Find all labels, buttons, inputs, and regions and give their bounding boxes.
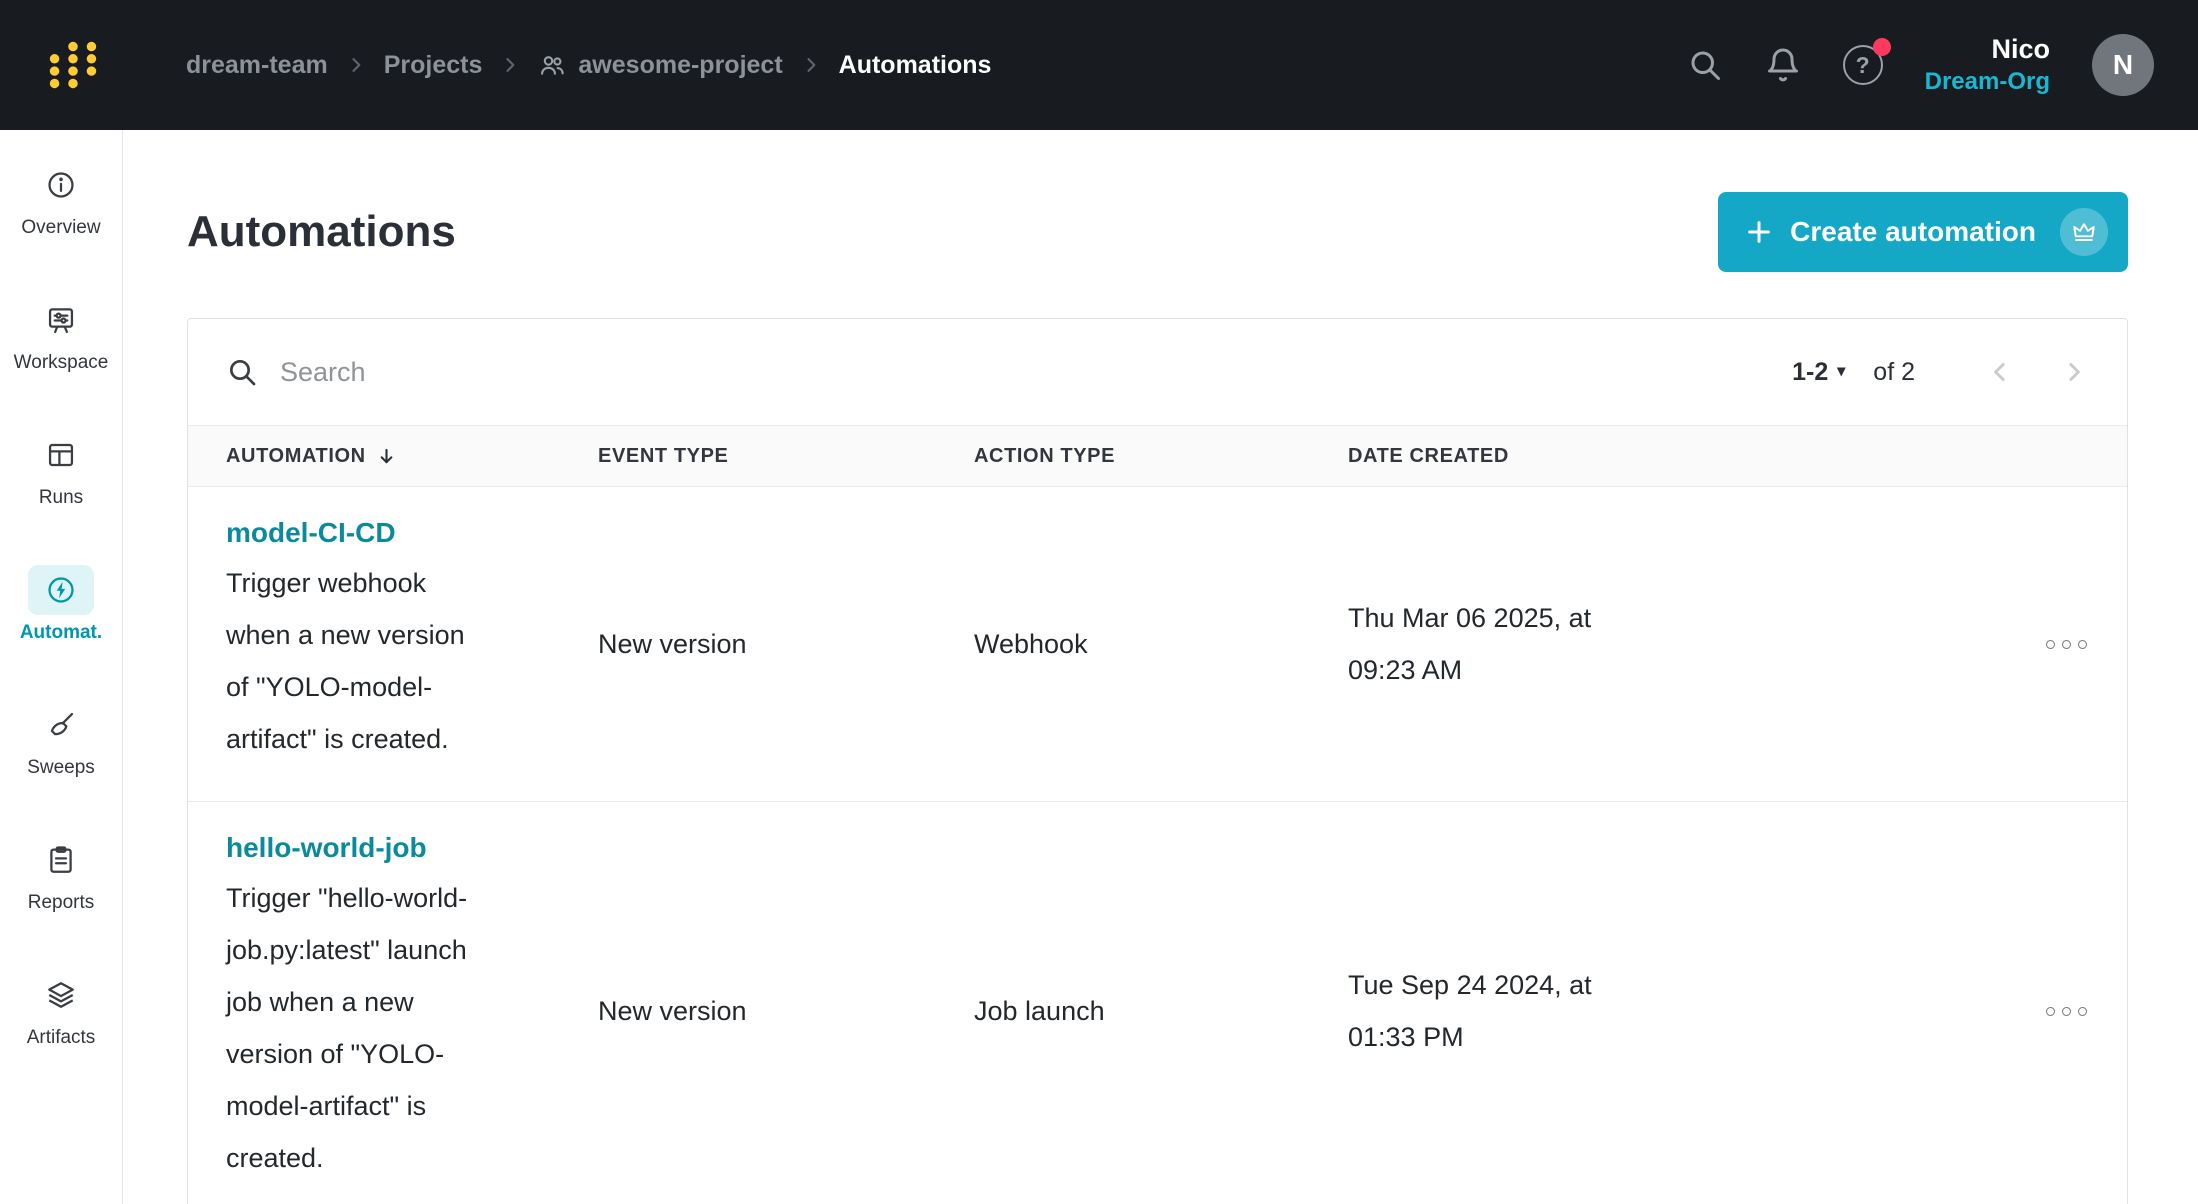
help-icon[interactable]: ? [1843,45,1883,85]
page-range-dropdown[interactable]: 1-2 ▾ [1792,358,1845,387]
sidebar-item-artifacts[interactable]: Artifacts [27,970,96,1049]
table-icon [28,430,94,480]
search-icon [226,356,258,388]
user-menu[interactable]: Nico Dream-Org [1925,33,2050,97]
sidebar-item-label: Runs [39,487,83,509]
breadcrumb-current-page[interactable]: Automations [839,51,992,80]
info-icon [28,160,94,210]
page-header: Automations Create automation [123,130,2198,272]
next-page-button[interactable] [2059,357,2089,387]
automation-description: Trigger "hello-world-job.py:latest" laun… [226,872,494,1184]
page-range-label: 1-2 [1792,358,1828,387]
search-icon[interactable] [1687,47,1723,83]
breadcrumb-project-label: awesome-project [578,51,782,80]
sidebar-item-sweeps[interactable]: Sweeps [27,700,95,779]
clipboard-icon [28,835,94,885]
sidebar-item-label: Sweeps [27,757,95,779]
create-automation-button[interactable]: Create automation [1718,192,2128,272]
action-type-cell: Webhook [974,487,1348,801]
prev-page-button[interactable] [1985,357,2015,387]
main-content: Automations Create automation 1-2 ▾ of 2 [123,130,2198,1204]
plus-icon [1744,217,1774,247]
sidebar-item-label: Workspace [14,352,109,374]
panel-toolbar: 1-2 ▾ of 2 [188,319,2127,425]
row-overflow-menu-button[interactable] [2044,995,2089,1028]
easel-icon [28,295,94,345]
automation-bolt-icon [28,565,94,615]
sidebar-item-automations[interactable]: Automat. [20,565,102,644]
user-name: Nico [1925,33,2050,67]
table-row: hello-world-job Trigger "hello-world-job… [188,802,2127,1204]
page-title: Automations [187,207,456,257]
event-type-cell: New version [598,802,974,1204]
avatar[interactable]: N [2092,34,2154,96]
date-created-cell: Tue Sep 24 2024, at 01:33 PM [1348,959,1628,1063]
broom-icon [28,700,94,750]
topbar-actions: ? Nico Dream-Org N [1687,33,2154,97]
column-header-event-type[interactable]: EVENT TYPE [598,445,974,468]
action-type-cell: Job launch [974,802,1348,1204]
sidebar: Overview Workspace Runs Automat. Sweeps … [0,130,123,1204]
search-input[interactable] [280,357,1792,388]
date-created-cell: Thu Mar 06 2025, at 09:23 AM [1348,592,1628,696]
sort-descending-icon [376,446,397,467]
create-automation-label: Create automation [1790,216,2036,248]
column-header-date-created[interactable]: DATE CREATED [1348,445,1868,468]
wandb-logo-icon[interactable] [44,36,102,94]
bell-icon[interactable] [1765,47,1801,83]
breadcrumb: dream-team Projects awesome-project Auto… [186,51,991,80]
column-header-action-type[interactable]: ACTION TYPE [974,445,1348,468]
automation-link[interactable]: model-CI-CD [226,517,396,549]
table-header-row: AUTOMATION EVENT TYPE ACTION TYPE DATE C… [188,425,2127,487]
breadcrumb-project[interactable]: awesome-project [538,51,782,80]
sidebar-item-overview[interactable]: Overview [21,160,100,239]
chevron-right-icon [801,55,821,75]
chevron-right-icon [500,55,520,75]
chevron-right-icon [346,55,366,75]
sidebar-item-reports[interactable]: Reports [28,835,95,914]
sidebar-item-workspace[interactable]: Workspace [14,295,109,374]
topbar: dream-team Projects awesome-project Auto… [0,0,2198,130]
sidebar-item-label: Automat. [20,622,102,644]
row-overflow-menu-button[interactable] [2044,628,2089,661]
automation-description: Trigger webhook when a new version of "Y… [226,557,494,765]
sidebar-item-label: Artifacts [27,1027,96,1049]
event-type-cell: New version [598,487,974,801]
sidebar-item-label: Overview [21,217,100,239]
chevron-down-icon: ▾ [1837,364,1845,380]
pagination: 1-2 ▾ of 2 [1792,357,2089,387]
layers-icon [28,970,94,1020]
page-total-label: of 2 [1873,358,1915,387]
table-row: model-CI-CD Trigger webhook when a new v… [188,487,2127,802]
breadcrumb-projects[interactable]: Projects [384,51,483,80]
automation-link[interactable]: hello-world-job [226,832,427,864]
automations-panel: 1-2 ▾ of 2 AUTOMATION EVENT TYPE ACTION … [187,318,2128,1204]
sidebar-item-label: Reports [28,892,95,914]
team-icon [538,51,566,79]
crown-icon [2060,208,2108,256]
breadcrumb-team[interactable]: dream-team [186,51,328,80]
user-org: Dream-Org [1925,67,2050,97]
column-header-automation[interactable]: AUTOMATION [226,445,598,468]
sidebar-item-runs[interactable]: Runs [28,430,94,509]
notification-dot [1873,38,1891,56]
